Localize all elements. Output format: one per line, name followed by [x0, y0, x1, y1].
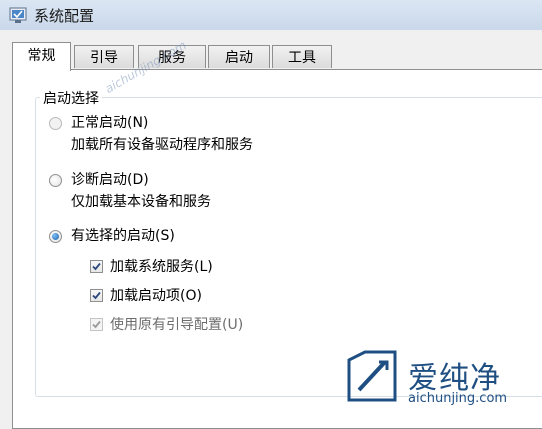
use-original-boot-config-checkbox[interactable] [90, 318, 103, 331]
selective-startup-radio[interactable] [49, 230, 62, 243]
system-config-icon [9, 7, 27, 23]
load-system-services-checkbox[interactable] [90, 260, 103, 273]
load-system-services-label: 加载系统服务(L) [110, 259, 213, 275]
normal-startup-label: 正常启动(N) [71, 115, 149, 131]
use-original-boot-config-label: 使用原有引导配置(U) [110, 317, 244, 333]
watermark-url: aichunjing.com [408, 391, 508, 406]
tab-startup[interactable]: 启动 [208, 45, 270, 68]
title-bar[interactable]: 系统配置 [0, 0, 542, 31]
tab-boot[interactable]: 引导 [74, 45, 134, 68]
normal-startup-desc: 加载所有设备驱动程序和服务 [71, 137, 253, 153]
tab-general[interactable]: 常规 [12, 42, 71, 71]
checkmark-icon [92, 320, 101, 329]
checkmark-icon [92, 262, 101, 271]
tab-tools[interactable]: 工具 [272, 45, 332, 68]
normal-startup-radio[interactable] [49, 117, 62, 130]
diagnostic-startup-label: 诊断启动(D) [71, 172, 149, 188]
load-startup-items-label: 加载启动项(O) [110, 288, 202, 304]
selective-startup-label: 有选择的启动(S) [71, 228, 175, 244]
load-startup-items-checkbox[interactable] [90, 289, 103, 302]
group-title: 启动选择 [40, 88, 102, 108]
window-title: 系统配置 [34, 7, 95, 25]
checkmark-icon [92, 291, 101, 300]
diagnostic-startup-radio[interactable] [49, 174, 62, 187]
diagnostic-startup-desc: 仅加载基本设备和服务 [71, 194, 211, 210]
